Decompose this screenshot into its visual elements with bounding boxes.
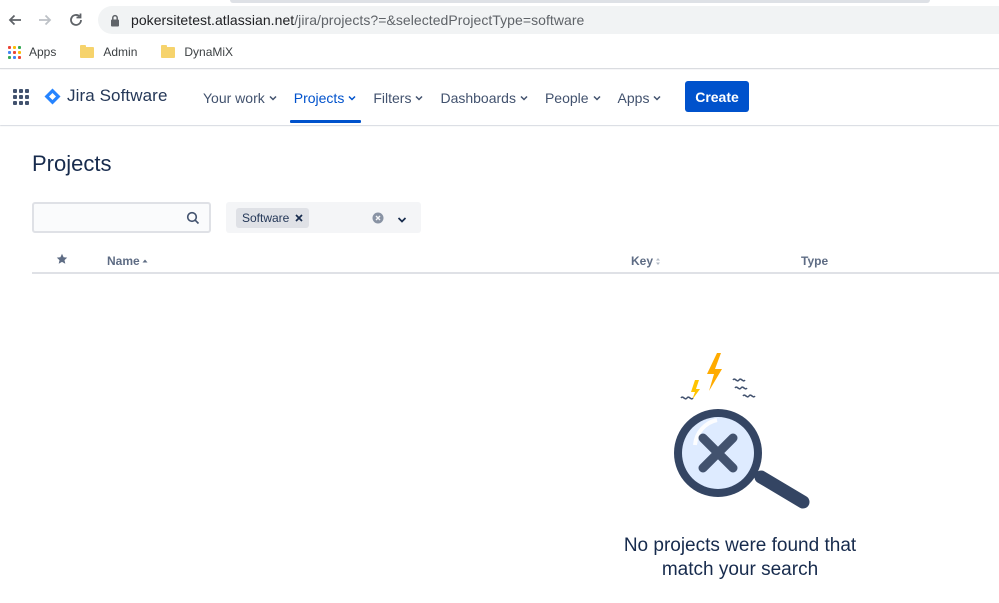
chevron-down-icon	[268, 93, 278, 103]
browser-chrome: pokersitetest.atlassian.net/jira/project…	[0, 0, 999, 69]
chevron-down-icon	[592, 93, 602, 103]
page-title: Projects	[32, 151, 112, 176]
project-type-filter[interactable]: Software	[226, 202, 421, 233]
column-header-name[interactable]: Name	[107, 254, 148, 268]
projects-table-header: Name Key Type	[32, 250, 999, 274]
nav-filters[interactable]: Filters	[365, 70, 432, 125]
nav-apps[interactable]: Apps	[610, 70, 671, 125]
bookmark-dynamix[interactable]: DynaMiX	[153, 44, 233, 59]
jira-diamond-icon	[44, 88, 61, 104]
url-text: pokersitetest.atlassian.net/jira/project…	[131, 12, 585, 28]
chevron-down-icon	[652, 93, 662, 103]
nav-dashboards[interactable]: Dashboards	[432, 70, 537, 125]
chevron-down-icon	[414, 93, 424, 103]
sort-icon	[655, 257, 661, 266]
project-search[interactable]	[32, 202, 211, 233]
reload-button[interactable]	[65, 9, 87, 31]
lock-icon	[110, 13, 122, 27]
column-header-type: Type	[801, 254, 829, 268]
search-icon	[186, 211, 200, 230]
product-name: Jira Software	[67, 86, 168, 105]
empty-search-illustration	[665, 350, 815, 520]
chevron-down-icon	[519, 93, 529, 103]
bookmark-admin[interactable]: Admin	[72, 44, 137, 59]
star-column-icon	[56, 253, 68, 265]
empty-state-message: No projects were found that match your s…	[623, 535, 857, 580]
folder-icon	[161, 44, 176, 58]
column-header-key[interactable]: Key	[631, 254, 661, 268]
jira-top-nav: Jira Software Your work Projects Filters…	[0, 70, 999, 125]
tab-strip-edge	[230, 0, 930, 3]
app-switcher-icon[interactable]	[13, 89, 29, 105]
apps-grid-icon	[8, 45, 21, 59]
reload-icon	[70, 13, 82, 26]
create-button[interactable]: Create	[685, 81, 749, 112]
jira-logo[interactable]: Jira Software	[44, 86, 168, 106]
forward-button[interactable]	[34, 9, 56, 31]
nav-people[interactable]: People	[537, 70, 610, 125]
remove-tag-icon[interactable]	[295, 214, 303, 222]
search-input[interactable]	[34, 204, 174, 231]
bookmark-apps[interactable]: Apps	[8, 45, 56, 59]
nav-your-work[interactable]: Your work	[195, 70, 286, 125]
clear-selection-icon[interactable]	[372, 211, 384, 229]
back-arrow-icon	[8, 14, 21, 26]
sort-ascending-icon	[142, 258, 148, 264]
chevron-down-icon[interactable]	[397, 212, 407, 230]
back-button[interactable]	[4, 9, 26, 31]
chevron-down-icon	[347, 93, 357, 103]
folder-icon	[80, 44, 95, 58]
magnifier-no-results-icon	[674, 353, 810, 509]
nav-menu: Your work Projects Filters Dashboards Pe…	[195, 70, 670, 125]
address-bar[interactable]: pokersitetest.atlassian.net/jira/project…	[98, 6, 999, 34]
bookmarks-bar: Apps Admin DynaMiX	[0, 40, 249, 64]
filter-tag-software: Software	[236, 208, 310, 228]
forward-arrow-icon	[39, 14, 52, 26]
nav-projects[interactable]: Projects	[286, 70, 366, 125]
